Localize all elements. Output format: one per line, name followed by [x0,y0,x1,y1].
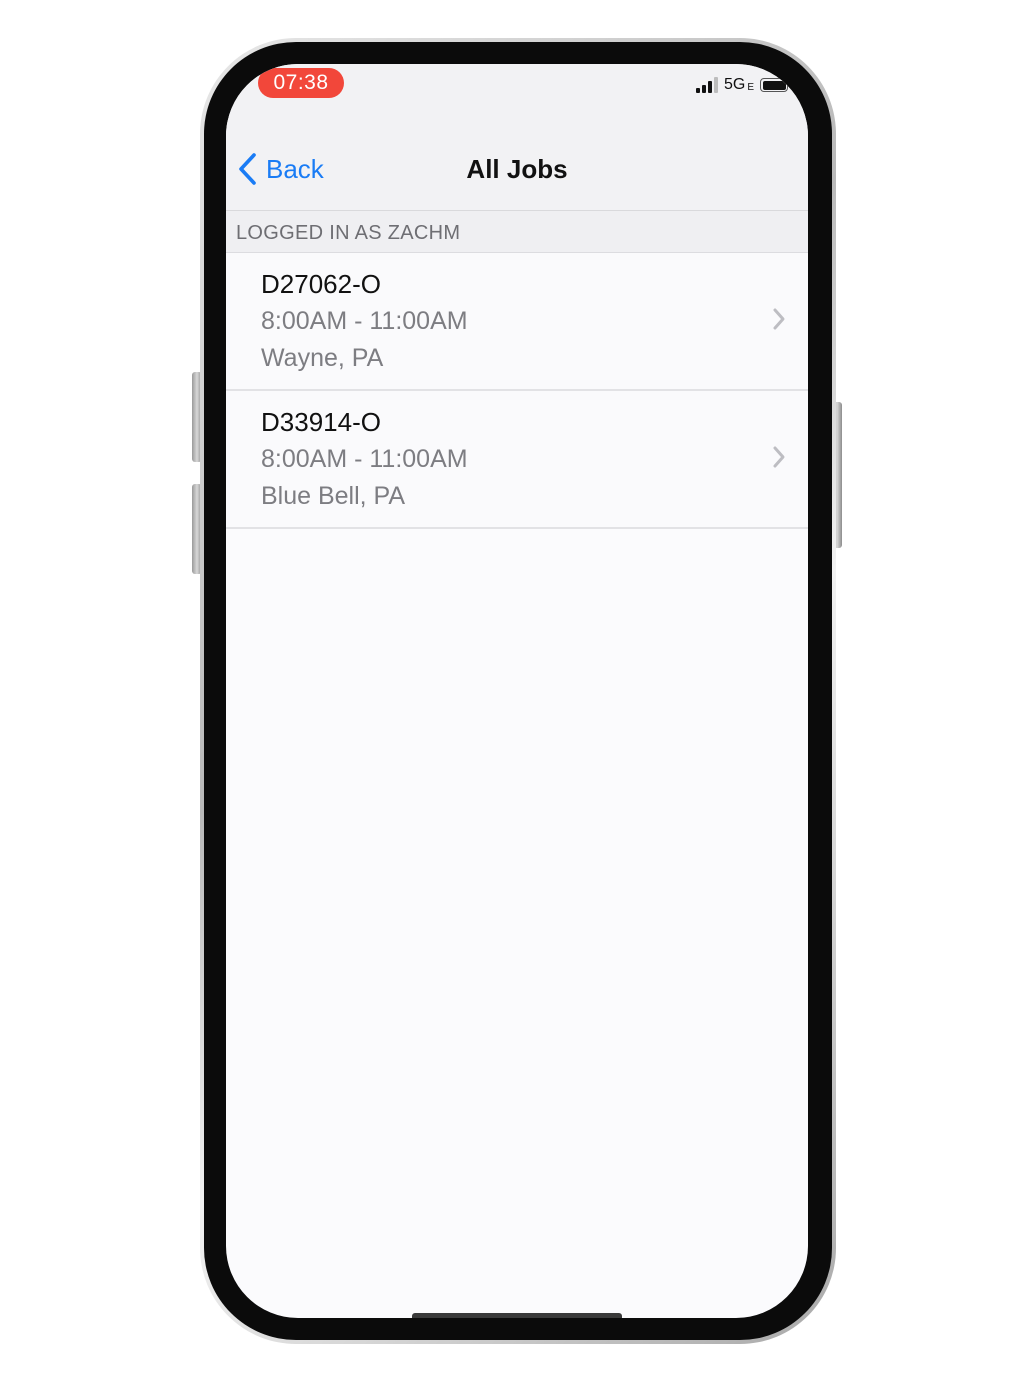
battery-icon [760,78,792,92]
job-row[interactable]: D27062-O 8:00AM - 11:00AM Wayne, PA [226,253,808,391]
job-id: D27062-O [261,269,381,299]
section-header: LOGGED IN AS ZACHM [226,211,808,253]
device-stage: 07:38 5G E Back All Jobs LOGGED IN AS ZA… [0,0,1036,1382]
job-id: D33914-O [261,407,381,437]
home-indicator[interactable] [412,1313,622,1318]
chevron-left-icon [239,153,256,185]
navigation-bar: Back All Jobs [226,128,808,211]
phone-frame: 07:38 5G E Back All Jobs LOGGED IN AS ZA… [200,38,836,1344]
job-row[interactable]: D33914-O 8:00AM - 11:00AM Blue Bell, PA [226,391,808,529]
cellular-signal-icon [695,77,718,93]
status-bar: 07:38 5G E [226,64,808,128]
chevron-right-icon [773,308,785,330]
job-location: Blue Bell, PA [261,482,406,510]
network-type: 5G [723,76,746,93]
job-location: Wayne, PA [261,344,384,372]
network-type-suffix: E [747,81,754,93]
phone-screen: 07:38 5G E Back All Jobs LOGGED IN AS ZA… [226,64,808,1318]
job-time-window: 8:00AM - 11:00AM [261,445,468,473]
job-time-window: 8:00AM - 11:00AM [261,307,468,335]
back-button-label: Back [266,153,324,184]
back-button[interactable]: Back [238,128,324,210]
status-time: 07:38 [258,68,344,98]
status-indicators: 5G E [695,74,792,96]
job-list: D27062-O 8:00AM - 11:00AM Wayne, PA D339… [226,253,808,529]
chevron-right-icon [773,446,785,468]
phone-bezel: 07:38 5G E Back All Jobs LOGGED IN AS ZA… [204,42,832,1340]
